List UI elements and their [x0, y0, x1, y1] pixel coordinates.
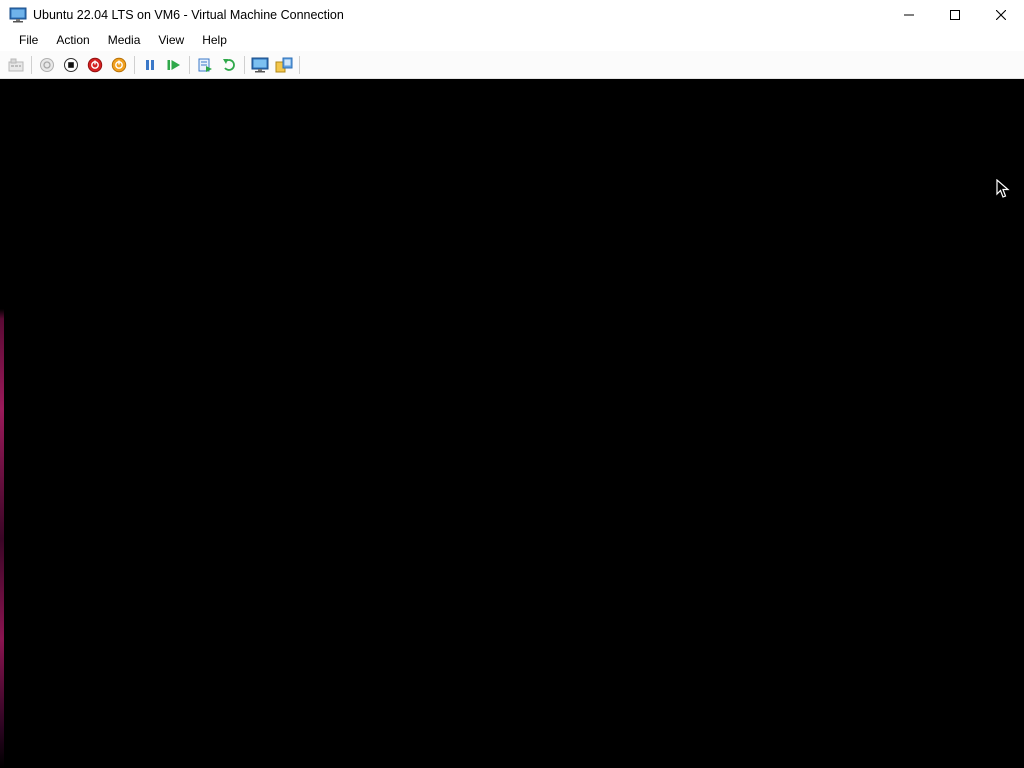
vm-connection-window: Ubuntu 22.04 LTS on VM6 - Virtual Machin…	[0, 0, 1024, 768]
revert-button[interactable]	[217, 54, 241, 76]
resume-icon	[167, 59, 180, 70]
minimize-button[interactable]	[886, 0, 932, 30]
menu-action[interactable]: Action	[47, 30, 98, 50]
toolbar-separator	[244, 55, 245, 74]
enhanced-session-button[interactable]	[248, 54, 272, 76]
save-icon	[111, 57, 127, 72]
pause-button[interactable]	[138, 54, 162, 76]
turn-off-icon	[64, 57, 78, 72]
toolbar-separator	[134, 55, 135, 74]
maximize-button[interactable]	[932, 0, 978, 30]
save-button[interactable]	[107, 54, 131, 76]
vm-display[interactable]	[4, 79, 1024, 768]
mouse-cursor-icon	[996, 179, 1010, 198]
start-icon	[40, 57, 54, 72]
turn-off-button[interactable]	[59, 54, 83, 76]
window-controls	[886, 0, 1024, 30]
menu-file[interactable]: File	[10, 30, 47, 50]
menu-help[interactable]: Help	[193, 30, 236, 50]
toolbar-separator	[299, 55, 300, 74]
close-icon	[996, 10, 1006, 20]
checkpoint-button[interactable]	[193, 54, 217, 76]
menu-bar: File Action Media View Help	[0, 30, 1024, 50]
maximize-icon	[950, 10, 960, 20]
menu-media[interactable]: Media	[99, 30, 150, 50]
share-icon	[275, 57, 293, 72]
shut-down-button[interactable]	[83, 54, 107, 76]
revert-icon	[223, 58, 235, 71]
ctrl-alt-del-icon	[8, 58, 24, 71]
shut-down-icon	[87, 57, 103, 72]
resume-button[interactable]	[162, 54, 186, 76]
pause-icon	[146, 59, 154, 70]
ctrl-alt-del-button[interactable]	[4, 54, 28, 76]
toolbar-separator	[189, 55, 190, 74]
vm-monitor-icon	[9, 7, 27, 23]
window-title: Ubuntu 22.04 LTS on VM6 - Virtual Machin…	[33, 8, 344, 22]
start-button[interactable]	[35, 54, 59, 76]
menu-view[interactable]: View	[149, 30, 193, 50]
enhanced-session-icon	[251, 57, 269, 72]
close-button[interactable]	[978, 0, 1024, 30]
title-bar[interactable]: Ubuntu 22.04 LTS on VM6 - Virtual Machin…	[0, 0, 1024, 30]
share-button[interactable]	[272, 54, 296, 76]
toolbar	[0, 51, 1024, 79]
toolbar-separator	[31, 55, 32, 74]
checkpoint-icon	[198, 58, 212, 72]
minimize-icon	[904, 14, 914, 16]
